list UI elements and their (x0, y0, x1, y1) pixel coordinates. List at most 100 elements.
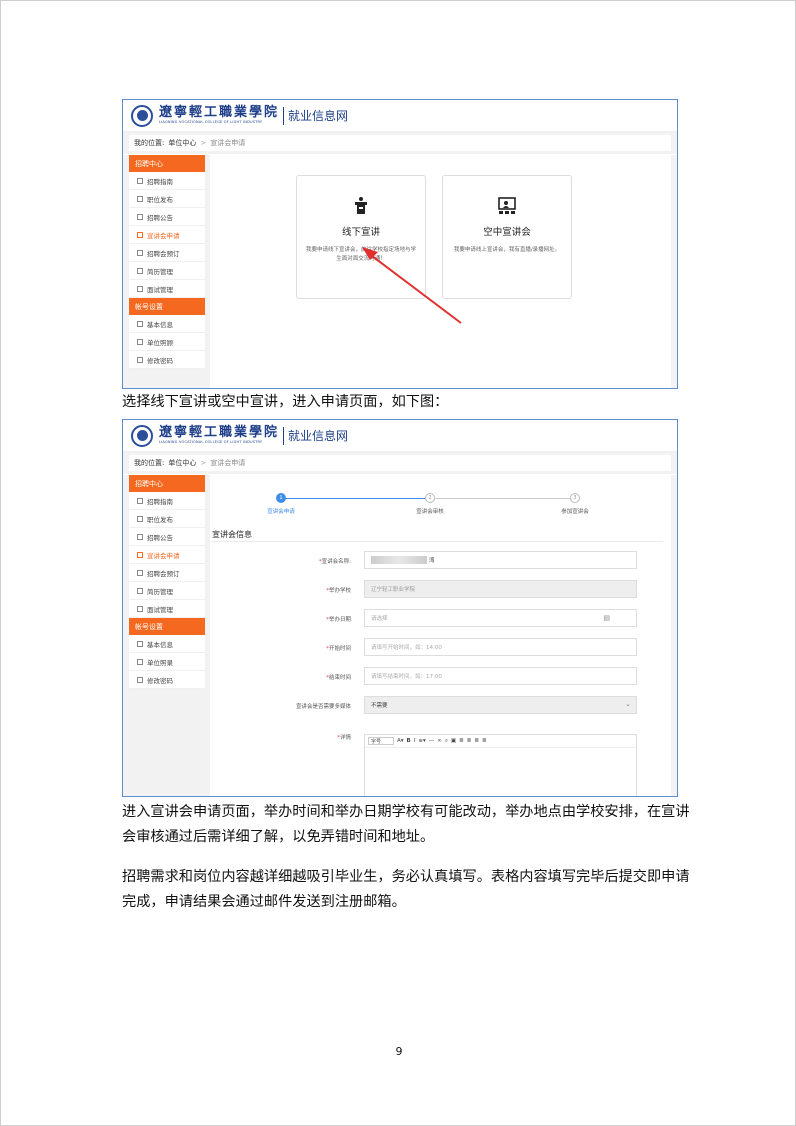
date-input[interactable]: 请选择 ▤ (364, 609, 637, 627)
pointer-arrow-icon (362, 247, 462, 324)
doc-icon (137, 640, 143, 647)
sidebar-item-password[interactable]: 修改密码 (129, 351, 205, 369)
site-name: 就业信息网 (288, 429, 349, 443)
college-emblem-icon (131, 424, 153, 447)
section-title: 宣讲会信息 (212, 530, 252, 539)
sidebar-item-label: 简历管理 (147, 587, 173, 596)
align-center-icon[interactable]: ≣ (467, 738, 472, 744)
breadcrumb-unit[interactable]: 单位中心 (168, 458, 196, 468)
sidebar-item-fair-booking[interactable]: 招聘会预订 (129, 564, 205, 582)
doc-icon (137, 195, 143, 202)
sidebar-item-label: 招聘公告 (147, 533, 173, 542)
doc-icon (137, 231, 143, 238)
sidebar-item-resume[interactable]: 简历管理 (129, 582, 205, 600)
sidebar-item-unit-photo[interactable]: 单位照录 (129, 653, 205, 671)
sidebar-item-notice[interactable]: 招聘公告 (129, 208, 205, 226)
logo-en: LIAONING VOCATIONAL COLLEGE OF LIGHT IND… (159, 120, 263, 125)
sidebar-item-guide[interactable]: 招聘指南 (129, 492, 205, 510)
sidebar-item-password[interactable]: 修改密码 (129, 671, 205, 689)
sidebar-group-account: 帐号设置 (129, 618, 205, 635)
seminar-name-input[interactable]: 湾 (364, 551, 637, 569)
sidebar-item-post-job[interactable]: 职位发布 (129, 190, 205, 208)
sidebar-item-label: 招聘公告 (147, 213, 173, 222)
line-height-icon[interactable]: ≡▾ (418, 738, 425, 744)
chevron-down-icon: ⌄ (625, 700, 631, 708)
sidebar-item-label: 单位照顾 (147, 338, 173, 347)
row-date: *举办日期 请选择 ▤ (210, 609, 671, 627)
doc-icon (137, 587, 143, 594)
breadcrumb-separator: > (200, 459, 207, 467)
sidebar-item-label: 职位发布 (147, 515, 173, 524)
align-justify-icon[interactable]: ≣ (482, 738, 487, 744)
sidebar-item-seminar-apply[interactable]: 宣讲会申请 (129, 226, 205, 244)
font-size-select[interactable]: 字号 (368, 737, 394, 745)
row-seminar-name: *宣讲会名称: 湾 (210, 551, 671, 569)
hr-icon[interactable]: — (429, 738, 435, 744)
end-time-input[interactable]: 请填写结束时间，如：17:00 (364, 667, 637, 685)
sidebar-item-notice[interactable]: 招聘公告 (129, 528, 205, 546)
sidebar-item-resume[interactable]: 简历管理 (129, 262, 205, 280)
sidebar-item-label: 招聘指南 (147, 177, 173, 186)
breadcrumb: 我的位置: 单位中心 > 宣讲会申请 (123, 452, 677, 474)
paragraph-apply-notes: 进入宣讲会申请页面，举办时间和举办日期学校有可能改动，举办地点由学校安排，在宣讲… (122, 804, 690, 845)
italic-icon[interactable]: I (414, 738, 416, 744)
start-time-input[interactable]: 请填写开始时间，如：14:00 (364, 638, 637, 656)
podium-icon (351, 196, 371, 216)
paragraph-select-type: 选择线下宣讲或空中宣讲，进入申请页面，如下图： (122, 394, 449, 410)
align-right-icon[interactable]: ≣ (474, 738, 479, 744)
doc-icon (137, 285, 143, 292)
sidebar-item-label: 招聘会预订 (147, 569, 180, 578)
step-dot-2: 2 (425, 493, 435, 503)
sidebar-item-label: 宣讲会申请 (147, 231, 180, 240)
image-icon[interactable]: ▣ (451, 738, 456, 744)
doc-icon (137, 338, 143, 345)
offline-seminar-title: 线下宣讲 (341, 227, 380, 238)
label-detail: *详情 (337, 735, 351, 741)
multimedia-select[interactable]: 不需要 ⌄ (364, 696, 637, 714)
breadcrumb-current: 宣讲会申请 (210, 139, 246, 147)
sidebar-item-seminar-apply[interactable]: 宣讲会申请 (129, 546, 205, 564)
college-logo[interactable]: 遼寧輕工職業學院 LIAONING VOCATIONAL COLLEGE OF … (159, 426, 279, 445)
doc-icon (137, 658, 143, 665)
label-school: *举办学校 (326, 588, 351, 594)
link-icon[interactable]: ∞ (437, 738, 442, 744)
presentation-icon (497, 196, 517, 216)
sidebar-item-label: 基本信息 (147, 640, 173, 649)
redacted-text (371, 556, 427, 564)
doc-icon (137, 676, 143, 683)
sidebar-item-label: 基本信息 (147, 320, 173, 329)
align-left-icon[interactable]: ≣ (459, 738, 464, 744)
logo-divider (283, 106, 285, 125)
editor-toolbar: 字号 A▾ B I ≡▾ — ∞ ⌕ ▣ ≣ ≣ ≣ ≣ (365, 735, 636, 748)
sidebar-item-unit-photo[interactable]: 单位照顾 (129, 333, 205, 351)
college-logo[interactable]: 遼寧輕工職業學院 LIAONING VOCATIONAL COLLEGE OF … (159, 106, 279, 125)
doc-icon (137, 569, 143, 576)
school-input: 辽宁轻工职业学院 (364, 580, 637, 598)
sidebar-item-interview[interactable]: 面试管理 (129, 600, 205, 618)
sidebar-item-basic-info[interactable]: 基本信息 (129, 635, 205, 653)
doc-icon (137, 177, 143, 184)
detail-editor[interactable]: 字号 A▾ B I ≡▾ — ∞ ⌕ ▣ ≣ ≣ ≣ ≣ (364, 734, 637, 796)
sidebar-item-interview[interactable]: 面试管理 (129, 280, 205, 298)
sidebar-item-fair-booking[interactable]: 招聘会预订 (129, 244, 205, 262)
font-color-icon[interactable]: A▾ (397, 738, 404, 744)
screenshot-apply-form: 遼寧輕工職業學院 LIAONING VOCATIONAL COLLEGE OF … (122, 419, 678, 797)
sidebar-item-label: 招聘指南 (147, 497, 173, 506)
sidebar-item-guide[interactable]: 招聘指南 (129, 172, 205, 190)
main-panel: 线下宣讲 我要申请线下宣讲会，前往学校指定场地与学生面对面交流沟通！ 空中宣讲会… (210, 155, 671, 388)
calendar-icon[interactable]: ▤ (603, 614, 610, 622)
sidebar-item-post-job[interactable]: 职位发布 (129, 510, 205, 528)
sidebar-item-label: 职位发布 (147, 195, 173, 204)
attach-icon[interactable]: ⌕ (445, 738, 448, 745)
breadcrumb-unit[interactable]: 单位中心 (168, 138, 196, 148)
logo-cn: 遼寧輕工職業學院 (159, 425, 280, 441)
breadcrumb-current: 宣讲会申请 (210, 459, 246, 467)
sidebar-item-basic-info[interactable]: 基本信息 (129, 315, 205, 333)
sidebar-item-label: 修改密码 (147, 676, 173, 685)
doc-icon (137, 249, 143, 256)
sidebar-item-label: 面试管理 (147, 285, 173, 294)
row-end-time: *结束时间 请填写结束时间，如：17:00 (210, 667, 671, 685)
bold-icon[interactable]: B (407, 738, 411, 744)
sidebar-group-account: 帐号设置 (129, 298, 205, 315)
step-dot-3: 3 (570, 493, 580, 503)
